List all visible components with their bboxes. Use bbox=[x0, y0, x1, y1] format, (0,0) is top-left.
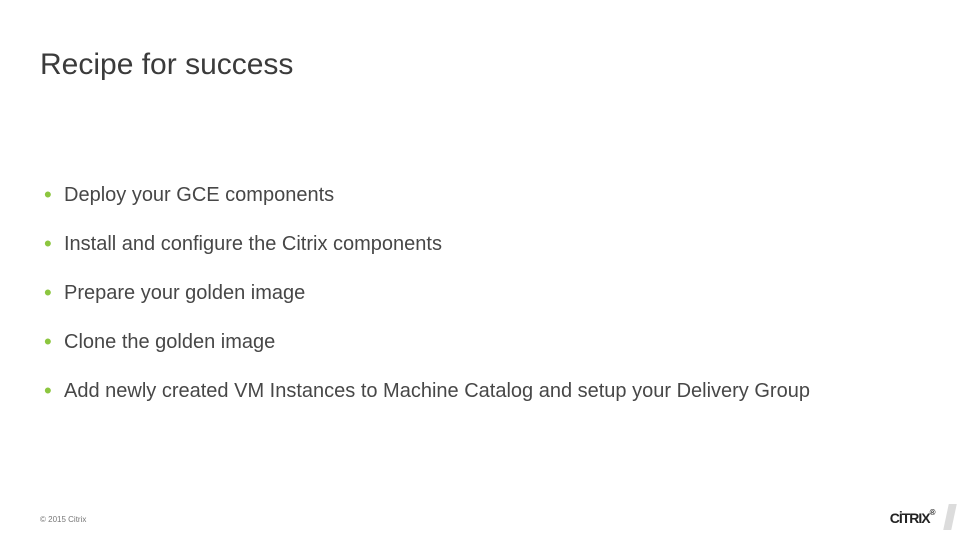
list-item: Clone the golden image bbox=[40, 329, 920, 356]
list-item: Install and configure the Citrix compone… bbox=[40, 231, 920, 258]
slide: Recipe for success Deploy your GCE compo… bbox=[0, 0, 960, 540]
list-item: Prepare your golden image bbox=[40, 280, 920, 307]
citrix-logo: CİTRIX® bbox=[890, 510, 936, 526]
list-item: Add newly created VM Instances to Machin… bbox=[40, 378, 920, 405]
list-item: Deploy your GCE components bbox=[40, 182, 920, 209]
bullet-list: Deploy your GCE components Install and c… bbox=[40, 182, 920, 405]
copyright-footer: © 2015 Citrix bbox=[40, 515, 86, 524]
slide-title: Recipe for success bbox=[40, 48, 920, 82]
logo-text: CİTRIX bbox=[890, 510, 930, 526]
accent-decoration bbox=[943, 504, 957, 530]
registered-mark: ® bbox=[930, 508, 936, 517]
